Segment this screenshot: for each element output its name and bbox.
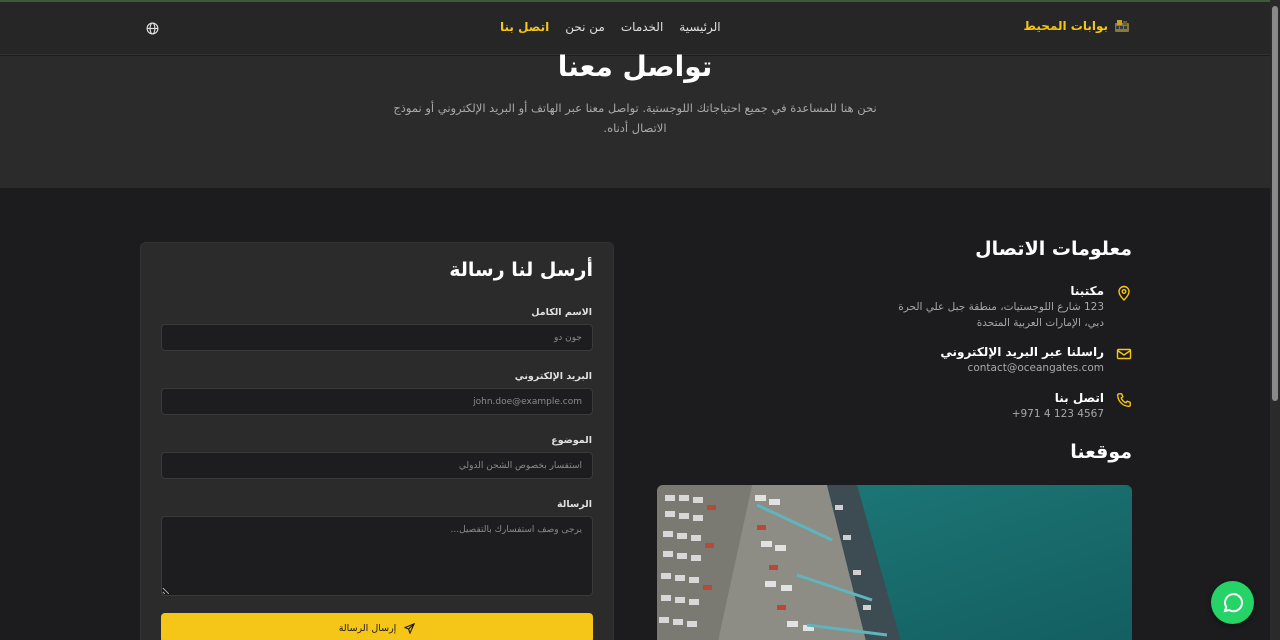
contact-info-title: معلومات الاتصال	[975, 238, 1132, 260]
email-heading: راسلنا عبر البريد الإلكتروني	[940, 345, 1104, 359]
full-name-input[interactable]	[161, 324, 593, 351]
hero-section: تواصل معنا نحن هنا للمساعدة في جميع احتي…	[0, 50, 1270, 188]
message-label: الرسالة	[557, 499, 592, 510]
brand-logo-link[interactable]: بوابات المحيط	[1024, 18, 1130, 34]
phone-info: اتصل بنا +971 4 123 4567	[1012, 390, 1132, 422]
site-header: بوابات المحيط الرئيسية الخدمات من نحن ات…	[0, 2, 1270, 55]
send-message-button[interactable]: إرسال الرسالة	[161, 613, 593, 640]
port-aerial-image	[657, 485, 1132, 640]
map-pin-icon	[1118, 285, 1130, 301]
office-address-line1: 123 شارع اللوجستيات، منطقة جبل علي الحرة	[898, 301, 1104, 313]
phone-icon	[1116, 393, 1131, 408]
office-address-line2: دبي، الإمارات العربية المتحدة	[976, 317, 1104, 329]
phone-heading: اتصل بنا	[1054, 391, 1104, 405]
office-info: مكتبنا 123 شارع اللوجستيات، منطقة جبل عل…	[898, 283, 1132, 331]
logo-icon	[1115, 20, 1129, 32]
location-title: موقعنا	[1070, 441, 1132, 463]
nav-item-about[interactable]: من نحن	[565, 20, 605, 34]
nav-item-home[interactable]: الرئيسية	[679, 20, 720, 34]
form-title: أرسل لنا رسالة	[449, 259, 593, 281]
brand-name: بوابات المحيط	[1023, 19, 1108, 33]
mail-icon	[1116, 348, 1132, 360]
message-textarea[interactable]	[161, 516, 593, 596]
page-subtitle: نحن هنا للمساعدة في جميع احتياجاتك اللوج…	[393, 101, 877, 135]
page-title: تواصل معنا	[557, 50, 713, 83]
main-nav: الرئيسية الخدمات من نحن اتصل بنا	[500, 20, 721, 34]
subject-input[interactable]	[161, 452, 593, 479]
name-label: الاسم الكامل	[531, 307, 592, 318]
office-heading: مكتبنا	[1070, 284, 1104, 298]
globe-icon[interactable]	[146, 22, 159, 35]
email-address-link[interactable]: contact@oceangates.com	[940, 360, 1104, 376]
phone-number-link[interactable]: +971 4 123 4567	[1012, 406, 1104, 422]
email-input[interactable]	[161, 388, 593, 415]
send-icon	[404, 622, 416, 634]
nav-item-contact[interactable]: اتصل بنا	[500, 20, 549, 34]
send-message-label: إرسال الرسالة	[338, 622, 397, 634]
whatsapp-icon	[1223, 592, 1243, 612]
contact-form-card: أرسل لنا رسالة الاسم الكامل البريد الإلك…	[140, 242, 614, 640]
subject-label: الموضوع	[551, 435, 592, 446]
email-info: راسلنا عبر البريد الإلكتروني contact@oce…	[940, 344, 1132, 376]
whatsapp-chat-button[interactable]	[1211, 581, 1254, 624]
email-label: البريد الإلكتروني	[514, 371, 592, 382]
nav-item-services[interactable]: الخدمات	[621, 20, 663, 34]
scrollbar-thumb[interactable]	[1272, 6, 1278, 401]
page-scrollbar[interactable]	[1270, 0, 1280, 640]
